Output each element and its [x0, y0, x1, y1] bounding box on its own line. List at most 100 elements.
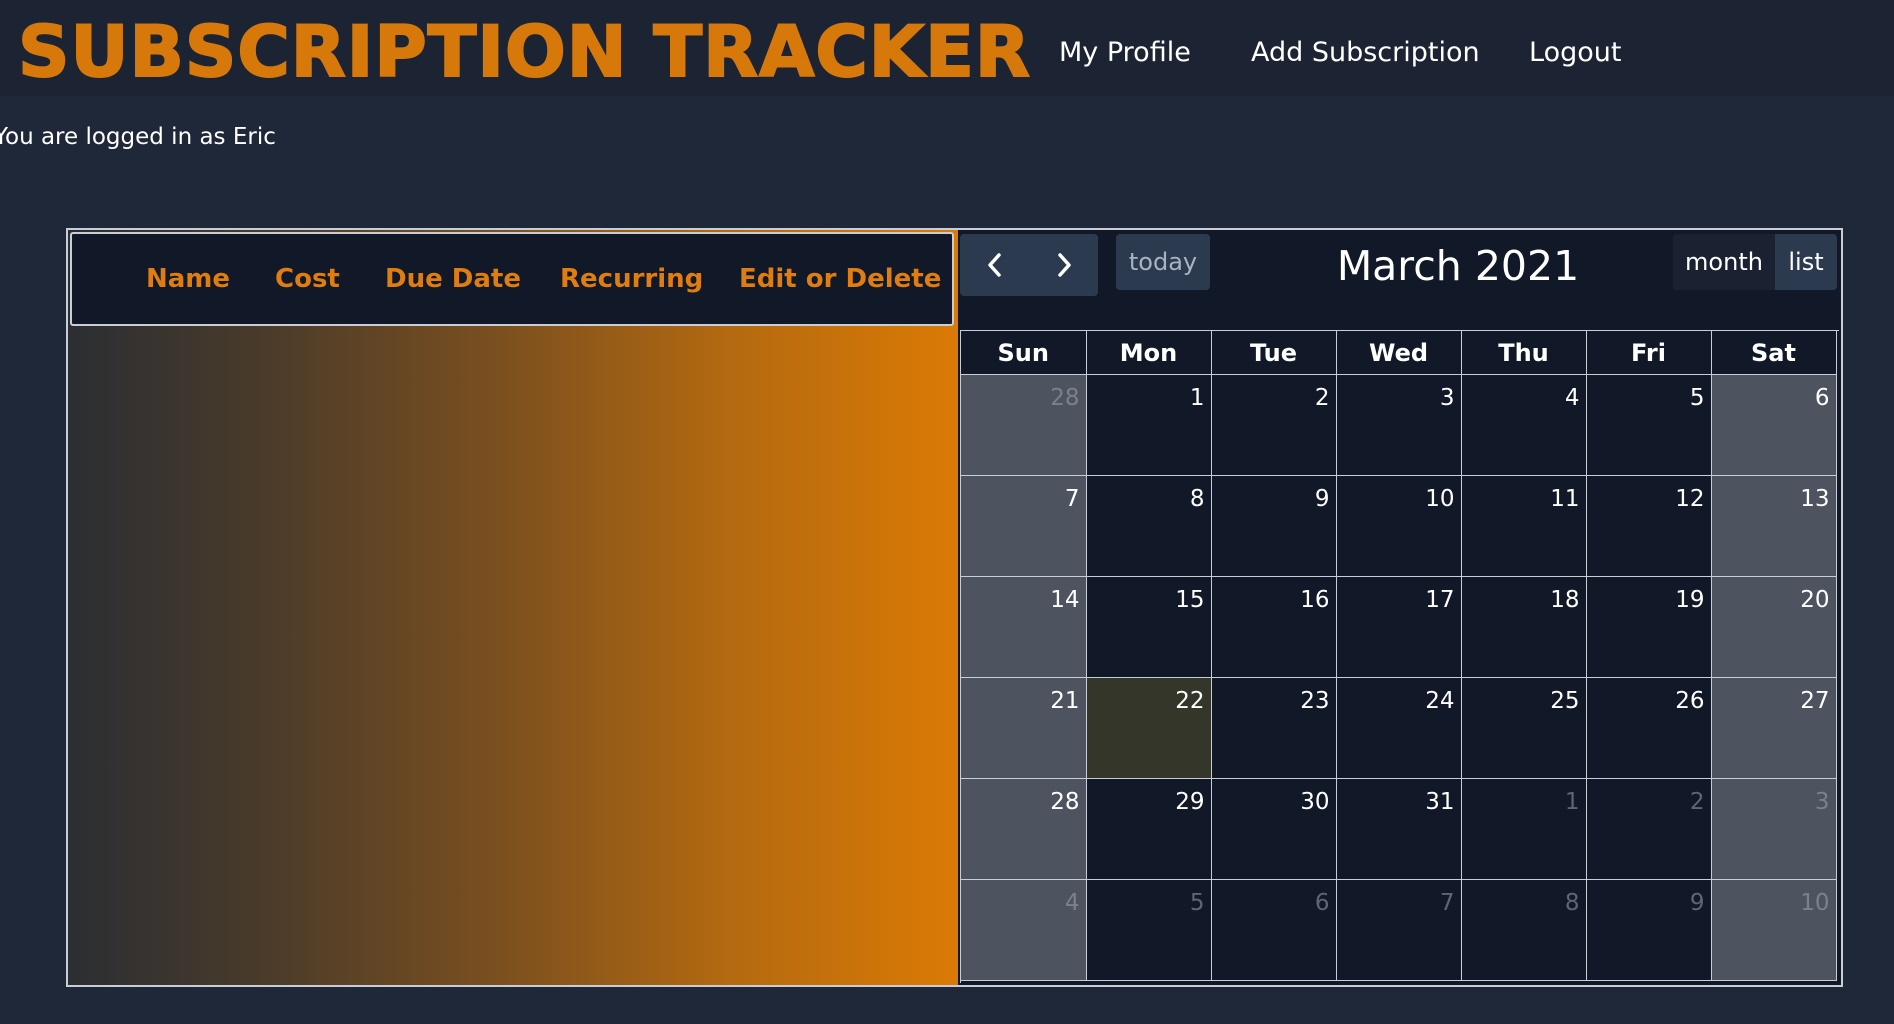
calendar-day[interactable]: 8: [1086, 476, 1212, 577]
day-number: 18: [1550, 587, 1580, 613]
day-number: 28: [1050, 789, 1080, 815]
navbar: SUBSCRIPTION TRACKER My Profile Add Subs…: [0, 0, 1894, 96]
day-number: 7: [1439, 890, 1455, 916]
day-number: 30: [1300, 789, 1330, 815]
day-number: 3: [1814, 789, 1830, 815]
day-number: 21: [1050, 688, 1080, 714]
brand-logo[interactable]: SUBSCRIPTION TRACKER: [17, 11, 1031, 93]
day-number: 1: [1564, 789, 1580, 815]
calendar-day[interactable]: 16: [1211, 577, 1337, 678]
calendar-day[interactable]: 30: [1211, 779, 1337, 880]
calendar-day[interactable]: 28: [961, 375, 1087, 476]
calendar-day[interactable]: 27: [1711, 678, 1837, 779]
day-number: 4: [1564, 385, 1580, 411]
calendar-day[interactable]: 9: [1211, 476, 1337, 577]
calendar-day[interactable]: 7: [961, 476, 1087, 577]
calendar-day[interactable]: 15: [1086, 577, 1212, 678]
calendar-day[interactable]: 6: [1711, 375, 1837, 476]
list-view-button[interactable]: list: [1775, 234, 1837, 290]
nav-logout[interactable]: Logout: [1529, 34, 1621, 72]
calendar-day[interactable]: 6: [1211, 880, 1337, 981]
chevron-left-icon: [987, 253, 1001, 277]
day-number: 8: [1189, 486, 1205, 512]
calendar-day[interactable]: 26: [1586, 678, 1712, 779]
day-number: 6: [1314, 890, 1330, 916]
day-number: 8: [1564, 890, 1580, 916]
header-edit-delete: Edit or Delete: [739, 264, 942, 294]
header-due-date: Due Date: [385, 264, 521, 294]
calendar-day[interactable]: 8: [1461, 880, 1587, 981]
subscriptions-table-header: Name Cost Due Date Recurring Edit or Del…: [70, 232, 954, 326]
calendar-day[interactable]: 21: [961, 678, 1087, 779]
calendar-day[interactable]: 1: [1086, 375, 1212, 476]
day-number: 12: [1675, 486, 1705, 512]
nav-add-subscription[interactable]: Add Subscription: [1251, 34, 1480, 72]
calendar-day[interactable]: 19: [1586, 577, 1712, 678]
calendar-day[interactable]: 20: [1711, 577, 1837, 678]
calendar-day[interactable]: 28: [961, 779, 1087, 880]
day-number: 20: [1800, 587, 1830, 613]
calendar-day-today[interactable]: 22: [1086, 678, 1212, 779]
weekday-header: Sun: [961, 331, 1087, 375]
calendar-title: March 2021: [1336, 242, 1580, 290]
month-view-button[interactable]: month: [1673, 234, 1775, 290]
calendar-day[interactable]: 4: [961, 880, 1087, 981]
calendar-day[interactable]: 2: [1211, 375, 1337, 476]
main-container: Name Cost Due Date Recurring Edit or Del…: [66, 228, 1843, 987]
day-number: 13: [1800, 486, 1830, 512]
day-number: 6: [1814, 385, 1830, 411]
day-number: 26: [1675, 688, 1705, 714]
nav-my-profile[interactable]: My Profile: [1059, 34, 1191, 72]
day-number: 27: [1800, 688, 1830, 714]
calendar-day[interactable]: 23: [1211, 678, 1337, 779]
header-recurring: Recurring: [560, 264, 704, 294]
day-number: 23: [1300, 688, 1330, 714]
calendar-day[interactable]: 14: [961, 577, 1087, 678]
calendar-day[interactable]: 18: [1461, 577, 1587, 678]
day-number: 2: [1689, 789, 1705, 815]
weekday-header: Sat: [1711, 331, 1837, 375]
weekday-header: Fri: [1586, 331, 1712, 375]
day-number: 15: [1175, 587, 1205, 613]
calendar-day[interactable]: 12: [1586, 476, 1712, 577]
day-number: 14: [1050, 587, 1080, 613]
calendar-day[interactable]: 5: [1086, 880, 1212, 981]
calendar-grid: Sun Mon Tue Wed Thu Fri Sat 28 1 2 3 4 5 6 7 8 9 10 11 12 13…: [960, 330, 1839, 983]
day-number: 28: [1050, 385, 1080, 411]
calendar-day[interactable]: 24: [1336, 678, 1462, 779]
calendar-day[interactable]: 1: [1461, 779, 1587, 880]
calendar-day[interactable]: 29: [1086, 779, 1212, 880]
day-number: 5: [1689, 385, 1705, 411]
calendar-day[interactable]: 13: [1711, 476, 1837, 577]
calendar-day[interactable]: 11: [1461, 476, 1587, 577]
calendar-day[interactable]: 7: [1336, 880, 1462, 981]
calendar-day[interactable]: 2: [1586, 779, 1712, 880]
calendar-day[interactable]: 17: [1336, 577, 1462, 678]
day-number: 5: [1189, 890, 1205, 916]
day-number: 10: [1425, 486, 1455, 512]
calendar-day[interactable]: 3: [1336, 375, 1462, 476]
header-name: Name: [146, 264, 231, 294]
weekday-header: Tue: [1211, 331, 1337, 375]
weekday-header: Mon: [1086, 331, 1212, 375]
calendar-day[interactable]: 3: [1711, 779, 1837, 880]
day-number: 1: [1189, 385, 1205, 411]
calendar-day[interactable]: 10: [1336, 476, 1462, 577]
day-number: 24: [1425, 688, 1455, 714]
today-button[interactable]: today: [1116, 234, 1210, 290]
day-number: 17: [1425, 587, 1455, 613]
calendar-day[interactable]: 25: [1461, 678, 1587, 779]
day-number: 3: [1439, 385, 1455, 411]
calendar-day[interactable]: 9: [1586, 880, 1712, 981]
day-number: 4: [1064, 890, 1080, 916]
day-number: 22: [1175, 688, 1205, 714]
calendar-day[interactable]: 31: [1336, 779, 1462, 880]
day-number: 25: [1550, 688, 1580, 714]
day-number: 9: [1689, 890, 1705, 916]
prev-month-button[interactable]: [960, 234, 1029, 296]
calendar-day[interactable]: 10: [1711, 880, 1837, 981]
next-month-button[interactable]: [1029, 234, 1098, 296]
calendar-day[interactable]: 5: [1586, 375, 1712, 476]
calendar-day[interactable]: 4: [1461, 375, 1587, 476]
day-number: 29: [1175, 789, 1205, 815]
